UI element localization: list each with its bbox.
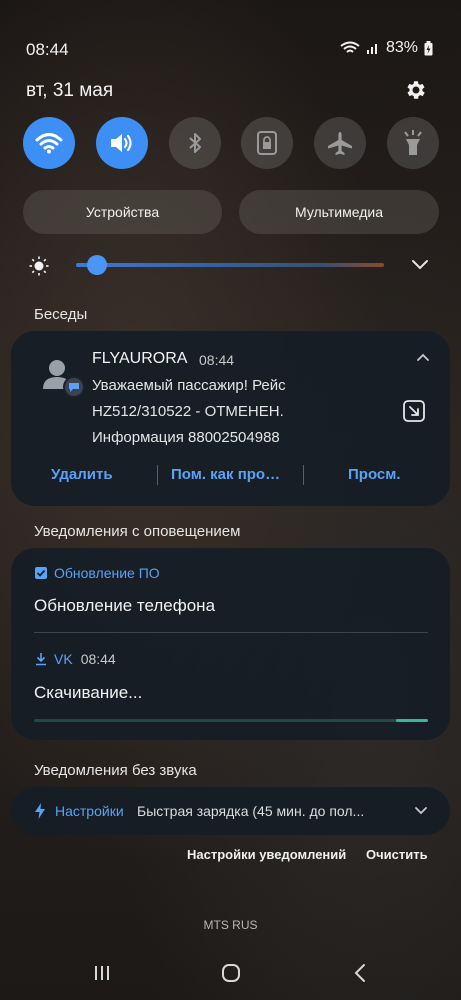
divider [34, 632, 428, 633]
home-icon[interactable] [221, 963, 241, 983]
back-icon[interactable] [353, 963, 367, 983]
conversation-sender: FLYAURORA [92, 350, 188, 367]
update-app-tag[interactable]: Обновление ПО [34, 565, 160, 581]
silent-app-name: Настройки [55, 803, 124, 819]
mark-read-button[interactable]: Пом. как про… [171, 466, 280, 483]
vk-title[interactable]: Скачивание... [34, 683, 142, 703]
chevron-up-icon[interactable] [416, 352, 430, 362]
download-progress-bar [34, 719, 428, 722]
update-title[interactable]: Обновление телефона [34, 596, 215, 616]
view-button[interactable]: Просм. [348, 466, 401, 483]
status-icons: 83% [340, 39, 433, 57]
conversation-time: 08:44 [199, 352, 235, 368]
vk-app-name: VK [54, 651, 73, 667]
wifi-icon [35, 133, 63, 154]
clear-button[interactable]: Очистить [366, 847, 428, 862]
bluetooth-icon [188, 133, 201, 153]
carrier-name: MTS RUS [203, 918, 258, 932]
wifi-toggle[interactable] [23, 117, 75, 169]
media-button[interactable]: Мультимедиа [239, 190, 439, 234]
battery-charging-icon [424, 40, 433, 55]
silent-text: Быстрая зарядка (45 мин. до пол... [137, 803, 365, 819]
expand-reply-icon[interactable] [402, 399, 426, 423]
wifi-signal-icon [340, 41, 360, 53]
download-progress-fill [396, 719, 428, 722]
vk-app-tag[interactable]: VK 08:44 [34, 651, 116, 667]
chevron-down-icon[interactable] [414, 806, 428, 816]
battery-percent: 83% [385, 39, 418, 56]
sound-toggle[interactable] [95, 117, 148, 169]
action-divider [303, 465, 304, 485]
flashlight-icon [404, 130, 422, 155]
notification-settings-button[interactable]: Настройки уведомлений [187, 847, 346, 862]
brightness-slider[interactable] [76, 263, 384, 267]
section-alerting: Уведомления с оповещением [34, 523, 241, 540]
date-label: вт, 31 мая [26, 80, 114, 101]
lightning-icon [35, 803, 45, 819]
flashlight-toggle[interactable] [386, 117, 439, 169]
quick-settings-row [23, 117, 439, 169]
checkbox-icon [35, 567, 47, 579]
vk-time: 08:44 [80, 651, 116, 667]
action-divider [157, 465, 158, 485]
conversation-line-3: Информация 88002504988 [92, 429, 280, 446]
section-silent: Уведомления без звука [34, 762, 197, 779]
rotation-lock-toggle[interactable] [241, 117, 294, 169]
recent-apps-icon[interactable] [93, 964, 111, 982]
status-time: 08:44 [26, 40, 69, 59]
brightness-icon [29, 256, 49, 276]
speaker-icon [110, 134, 132, 152]
update-app-name: Обновление ПО [54, 565, 160, 581]
chevron-down-icon[interactable] [411, 258, 429, 272]
gear-icon[interactable] [404, 78, 428, 102]
devices-button[interactable]: Устройства [23, 190, 222, 234]
avatar-icon [43, 360, 85, 398]
cell-signal-icon [366, 44, 377, 54]
bluetooth-toggle[interactable] [168, 117, 221, 169]
airplane-icon [328, 132, 353, 155]
airplane-toggle[interactable] [314, 117, 367, 169]
conversation-line-1: Уважаемый пассажир! Рейс [92, 377, 286, 394]
lock-icon [257, 131, 278, 155]
conversation-line-2: HZ512/310522 - ОТМЕНЕН. [92, 403, 284, 420]
section-conversations: Беседы [34, 306, 88, 323]
brightness-slider-thumb[interactable] [87, 255, 108, 275]
delete-button[interactable]: Удалить [51, 466, 113, 483]
download-icon [36, 653, 46, 666]
